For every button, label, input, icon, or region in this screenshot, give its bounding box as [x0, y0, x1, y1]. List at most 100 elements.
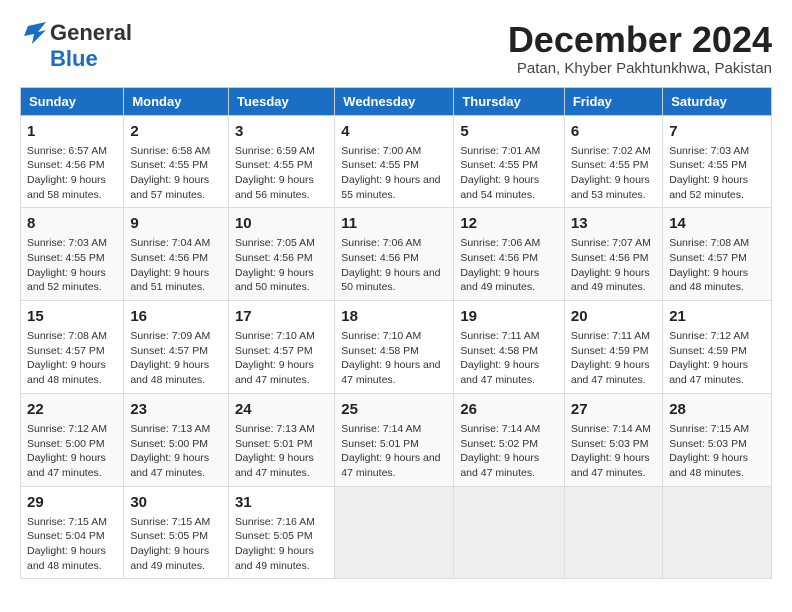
day-number: 22 [27, 399, 117, 420]
day-info: Sunrise: 6:58 AMSunset: 4:55 PMDaylight:… [130, 145, 210, 201]
day-number: 8 [27, 213, 117, 234]
day-info: Sunrise: 7:15 AMSunset: 5:05 PMDaylight:… [130, 516, 210, 572]
day-info: Sunrise: 7:09 AMSunset: 4:57 PMDaylight:… [130, 330, 210, 386]
calendar-week-2: 8 Sunrise: 7:03 AMSunset: 4:55 PMDaylight… [21, 208, 772, 301]
col-tuesday: Tuesday [228, 87, 334, 115]
day-number: 18 [341, 306, 447, 327]
day-info: Sunrise: 6:57 AMSunset: 4:56 PMDaylight:… [27, 145, 107, 201]
col-sunday: Sunday [21, 87, 124, 115]
calendar-week-4: 22 Sunrise: 7:12 AMSunset: 5:00 PMDayligh… [21, 393, 772, 486]
calendar-cell: 7 Sunrise: 7:03 AMSunset: 4:55 PMDaylight… [663, 115, 772, 208]
day-info: Sunrise: 7:11 AMSunset: 4:58 PMDaylight:… [460, 330, 539, 386]
col-thursday: Thursday [454, 87, 565, 115]
day-number: 13 [571, 213, 656, 234]
day-info: Sunrise: 7:10 AMSunset: 4:58 PMDaylight:… [341, 330, 440, 386]
day-info: Sunrise: 7:10 AMSunset: 4:57 PMDaylight:… [235, 330, 315, 386]
col-wednesday: Wednesday [335, 87, 454, 115]
calendar-cell: 8 Sunrise: 7:03 AMSunset: 4:55 PMDaylight… [21, 208, 124, 301]
day-number: 20 [571, 306, 656, 327]
day-number: 6 [571, 121, 656, 142]
day-number: 15 [27, 306, 117, 327]
day-info: Sunrise: 7:02 AMSunset: 4:55 PMDaylight:… [571, 145, 651, 201]
day-number: 23 [130, 399, 222, 420]
day-number: 1 [27, 121, 117, 142]
calendar-cell: 3 Sunrise: 6:59 AMSunset: 4:55 PMDaylight… [228, 115, 334, 208]
calendar-week-5: 29 Sunrise: 7:15 AMSunset: 5:04 PMDayligh… [21, 486, 772, 579]
day-number: 24 [235, 399, 328, 420]
day-info: Sunrise: 7:08 AMSunset: 4:57 PMDaylight:… [27, 330, 107, 386]
col-saturday: Saturday [663, 87, 772, 115]
col-monday: Monday [124, 87, 229, 115]
day-number: 16 [130, 306, 222, 327]
calendar-cell: 29 Sunrise: 7:15 AMSunset: 5:04 PMDayligh… [21, 486, 124, 579]
calendar-cell: 13Sunrise: 7:07 AMSunset: 4:56 PMDayligh… [564, 208, 662, 301]
calendar-cell: 4Sunrise: 7:00 AMSunset: 4:55 PMDaylight… [335, 115, 454, 208]
day-number: 3 [235, 121, 328, 142]
day-info: Sunrise: 7:03 AMSunset: 4:55 PMDaylight:… [669, 145, 749, 201]
calendar-cell: 2 Sunrise: 6:58 AMSunset: 4:55 PMDaylight… [124, 115, 229, 208]
calendar-cell [564, 486, 662, 579]
calendar-cell: 25Sunrise: 7:14 AMSunset: 5:01 PMDayligh… [335, 393, 454, 486]
calendar-cell: 19 Sunrise: 7:11 AMSunset: 4:58 PMDayligh… [454, 301, 565, 394]
day-info: Sunrise: 7:04 AMSunset: 4:56 PMDaylight:… [130, 237, 210, 293]
day-number: 26 [460, 399, 558, 420]
calendar-cell [454, 486, 565, 579]
calendar-cell: 21 Sunrise: 7:12 AMSunset: 4:59 PMDayligh… [663, 301, 772, 394]
day-number: 17 [235, 306, 328, 327]
calendar-cell: 16 Sunrise: 7:09 AMSunset: 4:57 PMDayligh… [124, 301, 229, 394]
day-info: Sunrise: 7:06 AMSunset: 4:56 PMDaylight:… [341, 237, 440, 293]
calendar-cell: 27 Sunrise: 7:14 AMSunset: 5:03 PMDayligh… [564, 393, 662, 486]
calendar-cell [335, 486, 454, 579]
day-number: 4 [341, 121, 447, 142]
calendar-cell: 22 Sunrise: 7:12 AMSunset: 5:00 PMDayligh… [21, 393, 124, 486]
day-info: Sunrise: 7:06 AMSunset: 4:56 PMDaylight:… [460, 237, 540, 293]
logo: General Blue [20, 20, 132, 72]
calendar-cell: 5 Sunrise: 7:01 AMSunset: 4:55 PMDaylight… [454, 115, 565, 208]
calendar-cell: 24 Sunrise: 7:13 AMSunset: 5:01 PMDayligh… [228, 393, 334, 486]
calendar-cell: 12 Sunrise: 7:06 AMSunset: 4:56 PMDayligh… [454, 208, 565, 301]
location-subtitle: Patan, Khyber Pakhtunkhwa, Pakistan [508, 60, 772, 77]
calendar-cell: 14Sunrise: 7:08 AMSunset: 4:57 PMDayligh… [663, 208, 772, 301]
day-number: 27 [571, 399, 656, 420]
calendar-cell: 26Sunrise: 7:14 AMSunset: 5:02 PMDayligh… [454, 393, 565, 486]
calendar-cell: 10Sunrise: 7:05 AMSunset: 4:56 PMDayligh… [228, 208, 334, 301]
day-number: 5 [460, 121, 558, 142]
calendar-week-3: 15 Sunrise: 7:08 AMSunset: 4:57 PMDayligh… [21, 301, 772, 394]
day-info: Sunrise: 7:15 AMSunset: 5:04 PMDaylight:… [27, 516, 107, 572]
day-info: Sunrise: 7:05 AMSunset: 4:56 PMDaylight:… [235, 237, 315, 293]
calendar-cell: 15 Sunrise: 7:08 AMSunset: 4:57 PMDayligh… [21, 301, 124, 394]
day-number: 29 [27, 492, 117, 513]
day-info: Sunrise: 7:12 AMSunset: 5:00 PMDaylight:… [27, 423, 107, 479]
calendar-cell: 1 Sunrise: 6:57 AMSunset: 4:56 PMDaylight… [21, 115, 124, 208]
calendar-cell: 28Sunrise: 7:15 AMSunset: 5:03 PMDayligh… [663, 393, 772, 486]
calendar-cell: 31Sunrise: 7:16 AMSunset: 5:05 PMDayligh… [228, 486, 334, 579]
col-friday: Friday [564, 87, 662, 115]
day-number: 19 [460, 306, 558, 327]
day-info: Sunrise: 7:11 AMSunset: 4:59 PMDaylight:… [571, 330, 650, 386]
header-row: Sunday Monday Tuesday Wednesday Thursday… [21, 87, 772, 115]
day-number: 12 [460, 213, 558, 234]
day-number: 30 [130, 492, 222, 513]
day-number: 11 [341, 213, 447, 234]
day-number: 2 [130, 121, 222, 142]
calendar-cell: 11 Sunrise: 7:06 AMSunset: 4:56 PMDayligh… [335, 208, 454, 301]
day-number: 25 [341, 399, 447, 420]
day-info: Sunrise: 7:14 AMSunset: 5:03 PMDaylight:… [571, 423, 651, 479]
logo-icon [20, 22, 46, 44]
page-header: General Blue December 2024 Patan, Khyber… [20, 20, 772, 77]
title-block: December 2024 Patan, Khyber Pakhtunkhwa,… [508, 20, 772, 77]
calendar-cell: 6 Sunrise: 7:02 AMSunset: 4:55 PMDaylight… [564, 115, 662, 208]
day-info: Sunrise: 6:59 AMSunset: 4:55 PMDaylight:… [235, 145, 315, 201]
day-info: Sunrise: 7:12 AMSunset: 4:59 PMDaylight:… [669, 330, 749, 386]
day-number: 31 [235, 492, 328, 513]
day-number: 21 [669, 306, 765, 327]
calendar-cell: 23 Sunrise: 7:13 AMSunset: 5:00 PMDayligh… [124, 393, 229, 486]
day-info: Sunrise: 7:01 AMSunset: 4:55 PMDaylight:… [460, 145, 540, 201]
day-number: 7 [669, 121, 765, 142]
calendar-week-1: 1 Sunrise: 6:57 AMSunset: 4:56 PMDaylight… [21, 115, 772, 208]
day-info: Sunrise: 7:13 AMSunset: 5:01 PMDaylight:… [235, 423, 315, 479]
day-info: Sunrise: 7:13 AMSunset: 5:00 PMDaylight:… [130, 423, 210, 479]
day-info: Sunrise: 7:03 AMSunset: 4:55 PMDaylight:… [27, 237, 107, 293]
calendar-cell: 20 Sunrise: 7:11 AMSunset: 4:59 PMDayligh… [564, 301, 662, 394]
day-number: 28 [669, 399, 765, 420]
